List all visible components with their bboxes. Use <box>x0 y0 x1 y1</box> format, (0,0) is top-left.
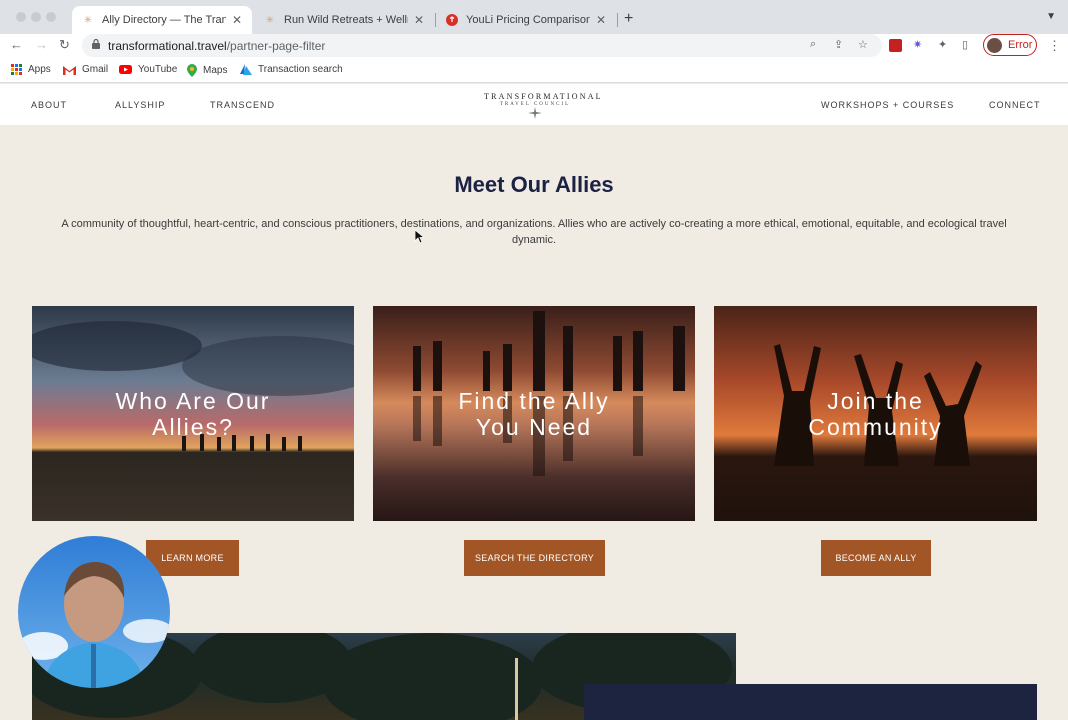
bookmark-gmail[interactable]: Gmail <box>63 64 108 75</box>
tab-search-chevron-icon[interactable]: ▼ <box>1046 11 1056 22</box>
search-directory-button[interactable]: SEARCH THE DIRECTORY <box>464 540 605 576</box>
webcam-person-image <box>18 536 170 688</box>
bookmark-label: Apps <box>28 64 51 75</box>
card-title-line-1: Who Are Our <box>115 388 271 414</box>
tab-ally-directory[interactable]: ✳ Ally Directory — The Transform ✕ <box>72 6 252 34</box>
sun-favicon-icon: ✳ <box>83 14 93 26</box>
window-minimize-button[interactable] <box>31 12 41 22</box>
youtube-icon <box>119 65 132 74</box>
card-who-are-our-allies[interactable]: Who Are Our Allies? <box>32 306 354 521</box>
azure-icon <box>240 64 252 75</box>
navy-content-panel <box>584 684 1037 720</box>
forward-arrow-icon[interactable]: → <box>35 37 48 52</box>
nav-link-about[interactable]: ABOUT <box>31 100 67 110</box>
bookmark-youtube[interactable]: YouTube <box>119 64 177 75</box>
browser-menu-icon[interactable]: ⋮ <box>1048 38 1061 54</box>
apps-grid-icon <box>11 64 22 75</box>
address-bar[interactable]: transformational.travel/partner-page-fil… <box>82 34 882 57</box>
nav-link-allyship[interactable]: ALLYSHIP <box>115 100 165 110</box>
profile-status-label: Error <box>1008 39 1033 51</box>
mouse-cursor-icon <box>415 230 425 244</box>
card-title-line-1: Find the Ally <box>458 388 610 414</box>
extension-red-icon[interactable] <box>889 39 902 52</box>
become-an-ally-button[interactable]: BECOME AN ALLY <box>821 540 931 576</box>
intro-paragraph: A community of thoughtful, heart-centric… <box>61 218 1007 246</box>
bookmark-star-icon[interactable]: ☆ <box>858 38 868 51</box>
nav-link-workshops-courses[interactable]: WORKSHOPS + COURSES <box>821 100 954 110</box>
card-title-line-2: Allies? <box>152 414 234 440</box>
youli-favicon-icon <box>446 14 458 26</box>
learn-more-button[interactable]: LEARN MORE <box>146 540 239 576</box>
back-arrow-icon[interactable]: ← <box>10 37 23 52</box>
tab-close-icon[interactable]: ✕ <box>232 13 242 27</box>
tab-label: Ally Directory — The Transform <box>102 14 226 26</box>
bookmark-maps[interactable]: Maps <box>187 64 227 77</box>
extensions-puzzle-icon[interactable]: ✦ <box>938 38 947 51</box>
browser-toolbar: ← → ↻ transformational.travel/partner-pa… <box>0 34 1068 58</box>
window-zoom-button[interactable] <box>46 12 56 22</box>
site-logo[interactable]: TRANSFORMATIONAL TRAVEL COUNCIL <box>484 92 603 120</box>
bookmark-label: Maps <box>203 65 228 76</box>
bookmark-label: Transaction search <box>258 64 343 75</box>
card-title-line-2: Community <box>808 414 943 440</box>
avatar <box>987 37 1002 53</box>
tab-close-icon[interactable]: ✕ <box>414 13 424 27</box>
reload-icon[interactable]: ↻ <box>59 37 70 53</box>
logo-line-2: TRAVEL COUNCIL <box>499 102 571 107</box>
card-title-line-1: Join the <box>827 388 924 414</box>
sun-favicon-icon: ✳ <box>265 14 275 26</box>
profile-button[interactable]: Error <box>983 34 1037 56</box>
gmail-icon <box>63 65 76 75</box>
card-find-the-ally[interactable]: Find the Ally You Need <box>373 306 695 521</box>
site-header: ABOUT ALLYSHIP TRANSCEND TRANSFORMATIONA… <box>0 84 1068 125</box>
browser-tab-strip: ✳ Ally Directory — The Transform ✕ ✳ Run… <box>0 0 1068 34</box>
bookmark-label: YouTube <box>138 64 178 75</box>
tab-run-wild[interactable]: ✳ Run Wild Retreats + Wellness – ✕ <box>254 6 434 34</box>
extension-gear-icon[interactable]: ✷ <box>913 38 922 51</box>
card-join-the-community[interactable]: Join the Community <box>714 306 1037 521</box>
bookmark-label: Gmail <box>82 64 109 75</box>
tab-label: Run Wild Retreats + Wellness – <box>284 14 408 26</box>
bookmark-apps[interactable]: Apps <box>11 64 51 75</box>
nav-link-transcend[interactable]: TRANSCEND <box>210 100 275 110</box>
webcam-overlay[interactable] <box>18 536 170 688</box>
page-title: Meet Our Allies <box>454 172 614 197</box>
new-tab-icon[interactable]: + <box>624 10 633 28</box>
tab-separator <box>617 13 618 27</box>
window-close-button[interactable] <box>16 12 26 22</box>
lock-icon <box>92 39 100 49</box>
bookmark-transaction-search[interactable]: Transaction search <box>240 64 343 75</box>
url-text: transformational.travel/partner-page-fil… <box>108 39 326 53</box>
zoom-search-icon[interactable]: ⌕ <box>810 38 816 51</box>
nav-link-connect[interactable]: CONNECT <box>989 100 1041 110</box>
side-panel-icon[interactable]: ▯ <box>962 38 968 51</box>
card-title: Find the Ally You Need <box>373 388 695 440</box>
tab-label: YouLi Pricing Comparison <box>466 14 590 26</box>
tab-youli-pricing[interactable]: YouLi Pricing Comparison ✕ <box>436 6 616 34</box>
maps-pin-icon <box>187 64 197 77</box>
share-icon[interactable]: ⇪ <box>834 38 843 51</box>
card-title: Join the Community <box>714 388 1037 440</box>
logo-line-1: TRANSFORMATIONAL <box>484 92 603 101</box>
card-title-line-2: You Need <box>475 414 593 440</box>
card-title: Who Are Our Allies? <box>32 388 354 440</box>
tab-close-icon[interactable]: ✕ <box>596 13 606 27</box>
bookmarks-bar: Apps Gmail YouTube Maps Transaction sear… <box>0 58 1068 83</box>
logo-star-icon <box>528 107 542 119</box>
